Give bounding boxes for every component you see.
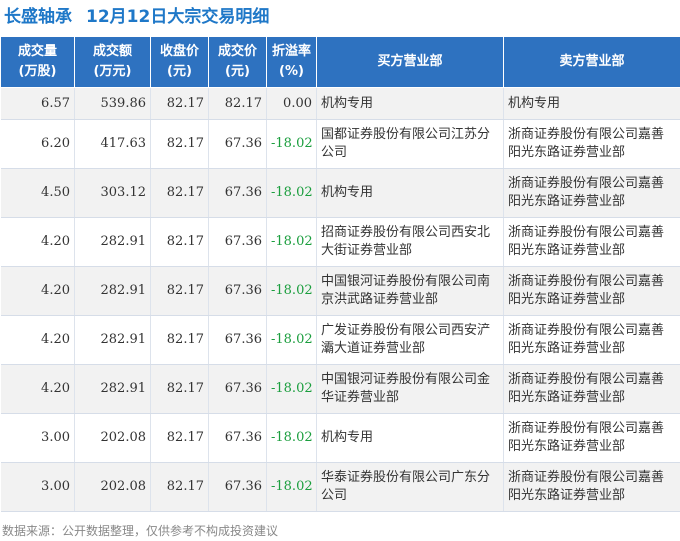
column-header-premium: 折溢率 (%)	[266, 36, 317, 88]
cell-seller: 浙商证券股份有限公司嘉善阳光东路证券营业部	[503, 462, 680, 512]
cell-volume: 3.00	[0, 413, 75, 463]
column-header-amount: 成交额 (万元)	[74, 36, 151, 88]
column-header-volume: 成交量 (万股)	[0, 36, 75, 88]
table-row: 6.20 417.63 82.17 67.36 -18.02 国都证券股份有限公司江苏分公…	[0, 119, 680, 169]
cell-buyer: 华泰证券股份有限公司广东分公司	[316, 462, 504, 512]
cell-seller: 浙商证券股份有限公司嘉善阳光东路证券营业部	[503, 413, 680, 463]
cell-amount: 282.91	[74, 315, 151, 365]
cell-price: 67.36	[208, 119, 267, 169]
cell-buyer: 广发证券股份有限公司西安浐灞大道证券营业部	[316, 315, 504, 365]
cell-buyer: 国都证券股份有限公司江苏分公司	[316, 119, 504, 169]
cell-close: 82.17	[150, 462, 209, 512]
column-header-price: 成交价 (元)	[208, 36, 267, 88]
table-header-row: 成交量 (万股) 成交额 (万元) 收盘价 (元) 成交价 (元) 折溢率 (%) 买方营…	[0, 36, 680, 88]
cell-premium: -18.02	[266, 462, 317, 512]
table-row: 4.20 282.91 82.17 67.36 -18.02 中国银河证券股份有限公司金华…	[0, 364, 680, 414]
cell-amount: 303.12	[74, 168, 151, 218]
stock-name: 长盛轴承	[4, 7, 72, 27]
cell-seller: 浙商证券股份有限公司嘉善阳光东路证券营业部	[503, 266, 680, 316]
column-header-close: 收盘价 (元)	[150, 36, 209, 88]
cell-close: 82.17	[150, 87, 209, 120]
cell-price: 67.36	[208, 315, 267, 365]
cell-amount: 202.08	[74, 462, 151, 512]
cell-volume: 4.20	[0, 266, 75, 316]
cell-buyer: 机构专用	[316, 168, 504, 218]
table-row: 4.50 303.12 82.17 67.36 -18.02 机构专用 浙商证券股份有限公司…	[0, 168, 680, 218]
cell-close: 82.17	[150, 315, 209, 365]
cell-volume: 4.20	[0, 364, 75, 414]
cell-volume: 4.50	[0, 168, 75, 218]
cell-amount: 282.91	[74, 266, 151, 316]
cell-close: 82.17	[150, 364, 209, 414]
cell-volume: 4.20	[0, 217, 75, 267]
cell-volume: 3.00	[0, 462, 75, 512]
cell-amount: 539.86	[74, 87, 151, 120]
table-row: 6.57 539.86 82.17 82.17 0.00 机构专用 机构专用	[0, 87, 680, 120]
column-header-seller: 卖方营业部	[503, 36, 680, 88]
cell-volume: 6.20	[0, 119, 75, 169]
cell-price: 67.36	[208, 266, 267, 316]
cell-price: 82.17	[208, 87, 267, 120]
cell-buyer: 中国银河证券股份有限公司金华证券营业部	[316, 364, 504, 414]
cell-buyer: 机构专用	[316, 87, 504, 120]
cell-buyer: 中国银河证券股份有限公司南京洪武路证券营业部	[316, 266, 504, 316]
cell-premium: -18.02	[266, 217, 317, 267]
cell-price: 67.36	[208, 168, 267, 218]
cell-buyer: 机构专用	[316, 413, 504, 463]
cell-close: 82.17	[150, 217, 209, 267]
cell-premium: 0.00	[266, 87, 317, 120]
cell-amount: 282.91	[74, 217, 151, 267]
cell-close: 82.17	[150, 168, 209, 218]
block-trade-table: 成交量 (万股) 成交额 (万元) 收盘价 (元) 成交价 (元) 折溢率 (%) 买方营…	[0, 36, 680, 512]
cell-volume: 4.20	[0, 315, 75, 365]
cell-price: 67.36	[208, 364, 267, 414]
column-header-buyer: 买方营业部	[316, 36, 504, 88]
cell-seller: 浙商证券股份有限公司嘉善阳光东路证券营业部	[503, 364, 680, 414]
cell-volume: 6.57	[0, 87, 75, 120]
table-row: 4.20 282.91 82.17 67.36 -18.02 中国银河证券股份有限公司南京…	[0, 266, 680, 316]
cell-premium: -18.02	[266, 364, 317, 414]
date-title: 12月12日大宗交易明细	[86, 7, 270, 27]
cell-price: 67.36	[208, 413, 267, 463]
cell-amount: 282.91	[74, 364, 151, 414]
cell-amount: 202.08	[74, 413, 151, 463]
cell-seller: 浙商证券股份有限公司嘉善阳光东路证券营业部	[503, 217, 680, 267]
cell-seller: 机构专用	[503, 87, 680, 120]
cell-premium: -18.02	[266, 266, 317, 316]
table-row: 4.20 282.91 82.17 67.36 -18.02 广发证券股份有限公司西安浐灞…	[0, 315, 680, 365]
cell-close: 82.17	[150, 119, 209, 169]
cell-close: 82.17	[150, 266, 209, 316]
table-row: 3.00 202.08 82.17 67.36 -18.02 机构专用 浙商证券股份有限公司…	[0, 413, 680, 463]
table-row: 3.00 202.08 82.17 67.36 -18.02 华泰证券股份有限公司广东分公…	[0, 462, 680, 512]
cell-premium: -18.02	[266, 168, 317, 218]
table-row: 4.20 282.91 82.17 67.36 -18.02 招商证券股份有限公司西安北大…	[0, 217, 680, 267]
cell-price: 67.36	[208, 217, 267, 267]
cell-close: 82.17	[150, 413, 209, 463]
cell-price: 67.36	[208, 462, 267, 512]
cell-seller: 浙商证券股份有限公司嘉善阳光东路证券营业部	[503, 315, 680, 365]
cell-premium: -18.02	[266, 315, 317, 365]
data-source-note: 数据来源：公开数据整理，仅供参考不构成投资建议	[2, 524, 279, 538]
cell-premium: -18.02	[266, 119, 317, 169]
cell-seller: 浙商证券股份有限公司嘉善阳光东路证券营业部	[503, 168, 680, 218]
page-title: 长盛轴承 12月12日大宗交易明细	[4, 3, 269, 31]
cell-buyer: 招商证券股份有限公司西安北大街证券营业部	[316, 217, 504, 267]
cell-amount: 417.63	[74, 119, 151, 169]
cell-seller: 浙商证券股份有限公司嘉善阳光东路证券营业部	[503, 119, 680, 169]
cell-premium: -18.02	[266, 413, 317, 463]
